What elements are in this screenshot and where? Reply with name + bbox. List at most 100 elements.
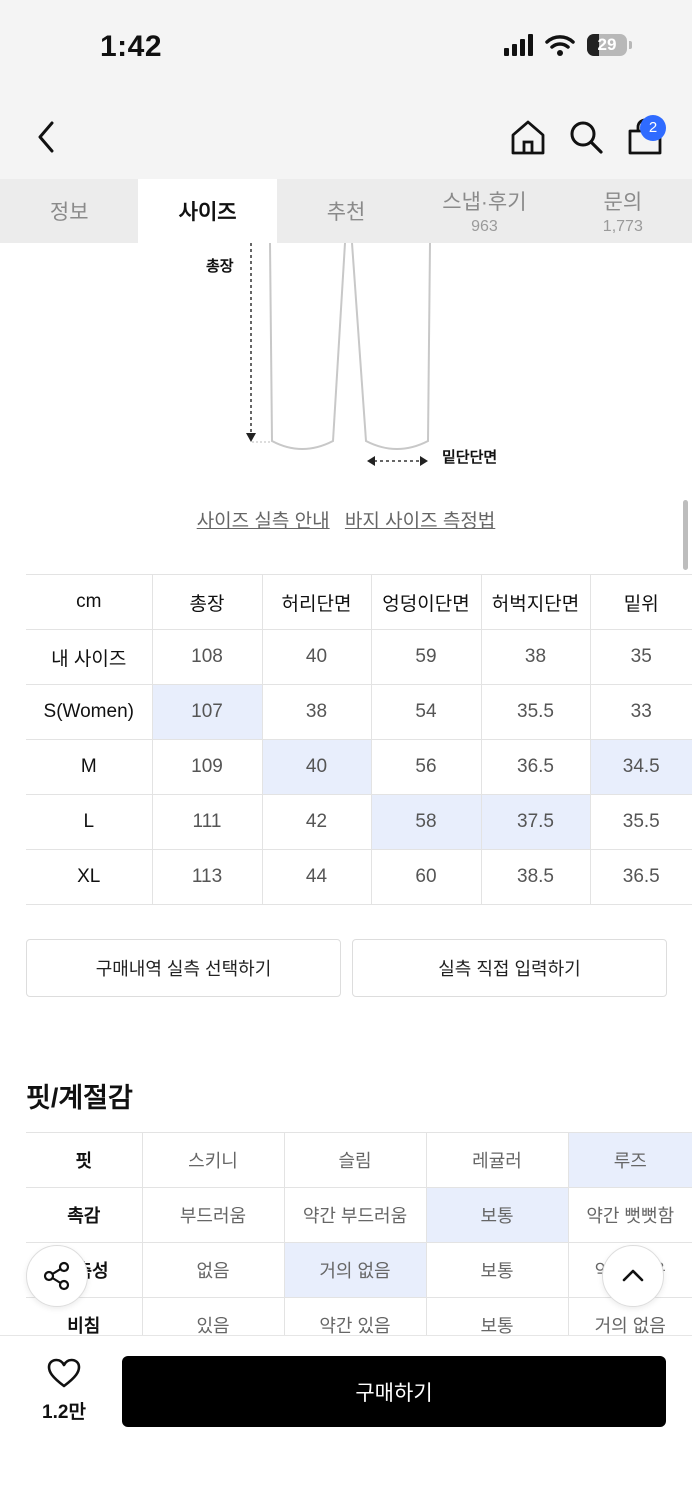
tab-info-label: 정보 bbox=[49, 201, 89, 224]
table-header-row: cm 총장 허리단면 엉덩이단면 허벅지단면 밑위 bbox=[26, 574, 692, 630]
table-cell: 107 bbox=[151, 684, 263, 740]
table-row[interactable]: S(Women) 107 38 54 35.5 33 bbox=[26, 684, 692, 740]
table-cell: L bbox=[26, 794, 153, 850]
fit-option: 없음 bbox=[141, 1242, 285, 1298]
like-count: 1.2만 bbox=[42, 1402, 86, 1423]
signal-icon bbox=[504, 34, 533, 56]
fit-option: 약간 뻣뻣함 bbox=[567, 1187, 692, 1243]
scrollbar[interactable] bbox=[683, 500, 688, 570]
table-cell: 36.5 bbox=[480, 739, 591, 795]
fit-option: 슬림 bbox=[283, 1132, 427, 1188]
table-cell: 111 bbox=[151, 794, 263, 850]
table-cell: 38 bbox=[480, 629, 591, 685]
home-icon[interactable] bbox=[508, 117, 548, 157]
fit-option: 부드러움 bbox=[141, 1187, 285, 1243]
wifi-icon bbox=[545, 35, 575, 56]
tab-size-label: 사이즈 bbox=[178, 201, 237, 224]
tab-inquiry[interactable]: 문의 1,773 bbox=[554, 179, 692, 243]
tab-recommend[interactable]: 추천 bbox=[277, 179, 415, 243]
fit-row: 신축성 없음 거의 없음 보통 약간 있음 bbox=[26, 1242, 692, 1298]
fit-table: 핏 스키니 슬림 레귤러 루즈 촉감 부드러움 약간 부드러움 보통 약간 뻣뻣… bbox=[26, 1132, 692, 1353]
arrow-up-icon bbox=[622, 1269, 644, 1282]
table-header: 총장 bbox=[151, 574, 263, 630]
top-nav bbox=[0, 95, 692, 179]
table-cell: 35.5 bbox=[480, 684, 591, 740]
table-cell: 33 bbox=[589, 684, 692, 740]
status-bar: 1:42 29 bbox=[0, 0, 692, 95]
total-length-label: 총장 bbox=[206, 258, 234, 275]
table-cell: 40 bbox=[261, 739, 372, 795]
table-cell: 108 bbox=[151, 629, 263, 685]
table-cell: 42 bbox=[261, 794, 372, 850]
tab-bar: 정보 사이즈 추천 스냅·후기 963 문의 1,773 bbox=[0, 179, 692, 243]
tab-recommend-label: 추천 bbox=[326, 201, 366, 224]
fit-option: 거의 없음 bbox=[283, 1242, 427, 1298]
back-icon[interactable] bbox=[30, 117, 66, 157]
tab-inquiry-count: 1,773 bbox=[602, 218, 643, 235]
table-cell: XL bbox=[26, 849, 153, 905]
fit-option: 약간 부드러움 bbox=[283, 1187, 427, 1243]
table-row[interactable]: XL 113 44 60 38.5 36.5 bbox=[26, 849, 692, 905]
status-time: 1:42 bbox=[100, 30, 163, 63]
size-guide-links: 사이즈 실측 안내 바지 사이즈 측정법 bbox=[0, 506, 692, 533]
buy-button[interactable]: 구매하기 bbox=[122, 1356, 666, 1427]
scroll-top-button[interactable] bbox=[602, 1245, 664, 1307]
table-cell: 35.5 bbox=[589, 794, 692, 850]
table-cell: 34.5 bbox=[589, 739, 692, 795]
tab-size[interactable]: 사이즈 bbox=[138, 179, 277, 243]
table-header: cm bbox=[26, 574, 153, 630]
search-icon[interactable] bbox=[566, 117, 606, 157]
table-cell: 38.5 bbox=[480, 849, 591, 905]
battery-tip bbox=[629, 41, 632, 49]
cart-count-badge: 2 bbox=[640, 115, 666, 141]
status-icons: 29 bbox=[504, 34, 632, 56]
fit-row: 핏 스키니 슬림 레귤러 루즈 bbox=[26, 1132, 692, 1188]
table-cell: 113 bbox=[151, 849, 263, 905]
fit-option: 보통 bbox=[425, 1187, 569, 1243]
table-row[interactable]: M 109 40 56 36.5 34.5 bbox=[26, 739, 692, 795]
fit-option: 루즈 bbox=[567, 1132, 692, 1188]
table-cell: 38 bbox=[261, 684, 372, 740]
table-cell: 36.5 bbox=[589, 849, 692, 905]
bottom-bar: 1.2만 구매하기 bbox=[0, 1335, 692, 1500]
table-cell: 35 bbox=[589, 629, 692, 685]
battery-level: 29 bbox=[597, 35, 617, 54]
tab-reviews[interactable]: 스냅·후기 963 bbox=[415, 179, 553, 243]
fit-option: 스키니 bbox=[141, 1132, 285, 1188]
table-cell: 40 bbox=[261, 629, 372, 685]
fit-option: 레귤러 bbox=[425, 1132, 569, 1188]
fit-row-label: 핏 bbox=[26, 1132, 143, 1188]
battery-icon: 29 bbox=[587, 34, 627, 56]
tab-info[interactable]: 정보 bbox=[0, 179, 138, 243]
direct-input-measure-button[interactable]: 실측 직접 입력하기 bbox=[352, 939, 667, 997]
table-row: 내 사이즈 108 40 59 38 35 bbox=[26, 629, 692, 685]
table-cell: 59 bbox=[370, 629, 482, 685]
purchase-history-measure-button[interactable]: 구매내역 실측 선택하기 bbox=[26, 939, 341, 997]
fit-section-title: 핏/계절감 bbox=[26, 1083, 133, 1113]
size-guide-link[interactable]: 사이즈 실측 안내 bbox=[197, 511, 330, 532]
table-cell: 109 bbox=[151, 739, 263, 795]
pants-illustration bbox=[246, 243, 431, 466]
table-cell: S(Women) bbox=[26, 684, 153, 740]
measure-method-link[interactable]: 바지 사이즈 측정법 bbox=[345, 511, 495, 532]
table-cell: M bbox=[26, 739, 153, 795]
table-cell: 58 bbox=[370, 794, 482, 850]
hem-width-label: 밑단단면 bbox=[442, 449, 498, 466]
fit-row: 촉감 부드러움 약간 부드러움 보통 약간 뻣뻣함 bbox=[26, 1187, 692, 1243]
fit-option: 보통 bbox=[425, 1242, 569, 1298]
table-header: 엉덩이단면 bbox=[370, 574, 482, 630]
table-header: 허리단면 bbox=[261, 574, 372, 630]
size-diagram: 총장 밑단단면 bbox=[0, 243, 692, 483]
table-cell: 내 사이즈 bbox=[26, 629, 153, 685]
tab-inquiry-label: 문의 bbox=[603, 191, 643, 214]
table-cell: 54 bbox=[370, 684, 482, 740]
table-row[interactable]: L 111 42 58 37.5 35.5 bbox=[26, 794, 692, 850]
table-header: 밑위 bbox=[589, 574, 692, 630]
measure-buttons: 구매내역 실측 선택하기 실측 직접 입력하기 bbox=[26, 939, 667, 997]
share-button[interactable] bbox=[26, 1245, 88, 1307]
tab-reviews-label: 스냅·후기 bbox=[442, 191, 527, 214]
like-button[interactable]: 1.2만 bbox=[30, 1358, 98, 1424]
table-cell: 56 bbox=[370, 739, 482, 795]
fit-row-label: 촉감 bbox=[26, 1187, 143, 1243]
table-cell: 37.5 bbox=[480, 794, 591, 850]
